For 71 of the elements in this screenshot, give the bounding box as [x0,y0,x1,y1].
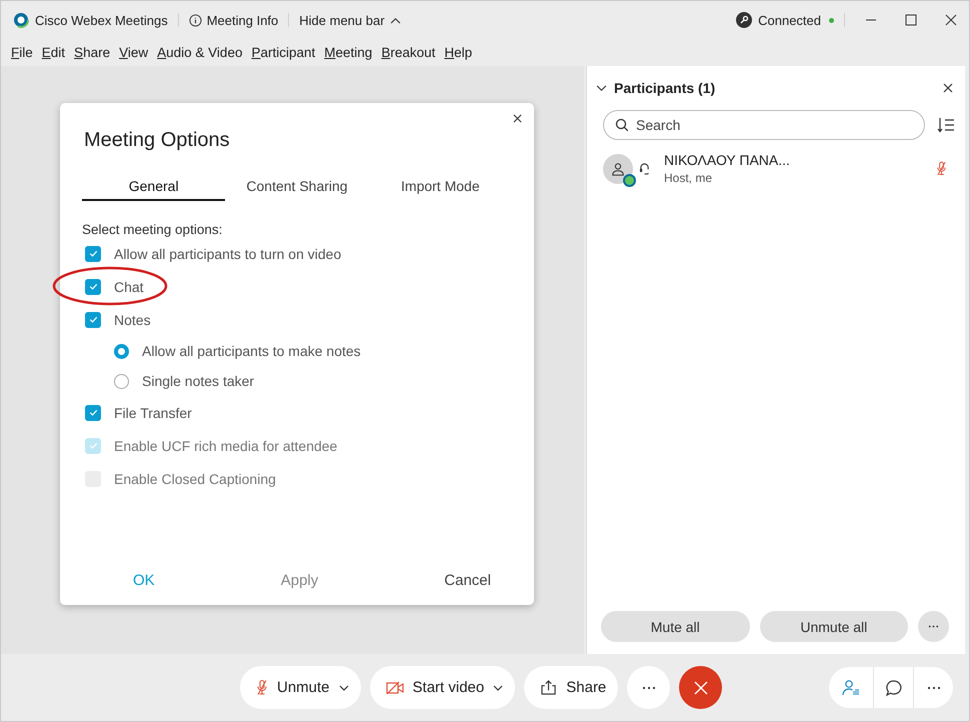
close-icon [945,14,957,26]
app-title: Cisco Webex Meetings [35,12,168,28]
checkmark-icon [88,314,98,325]
headset-icon [639,162,650,175]
panel-title: Participants (1) [614,80,716,96]
caret-icon[interactable] [493,684,504,690]
connection-status: Connected [758,12,821,28]
participant-name: ΝΙΚΟΛΑΟΥ ΠΑΝΑ... [664,152,790,168]
chat-bubble-icon [884,678,902,696]
panel-action-button[interactable]: Unmute all [760,611,908,642]
menu-item[interactable]: Breakout [381,45,436,60]
checkbox[interactable] [85,404,101,420]
dialog-title: Meeting Options [84,129,231,152]
tab[interactable]: Import Mode [368,178,512,201]
avatar [603,154,633,184]
radio-button[interactable] [114,374,129,388]
option-label: Enable UCF rich media for attendee [114,438,338,454]
menu-item[interactable]: Share [74,45,110,60]
close-icon [943,83,953,93]
checkbox[interactable] [85,278,101,294]
menu-item[interactable]: File [11,45,33,60]
option-label: File Transfer [114,404,192,420]
options-heading: Select meeting options: [82,222,224,237]
close-icon [694,680,708,694]
more-icon [642,686,656,690]
menu-item[interactable]: Edit [42,45,66,60]
menu-item[interactable]: Meeting [324,45,372,60]
checkmark-icon [88,281,98,292]
more-icon [928,625,940,628]
chevron-down-icon[interactable] [596,84,607,92]
tab[interactable]: Content Sharing [225,178,369,201]
option-label: Single notes taker [142,373,254,389]
option-label: Allow all participants to make notes [142,343,361,359]
unmute-button[interactable]: Unmute [240,666,361,709]
checkmark-icon [88,407,98,418]
tab[interactable]: General [82,178,226,201]
option-label: Enable Closed Captioning [114,470,276,486]
menu-item[interactable]: Audio & Video [157,45,242,60]
meeting-info-button[interactable]: Meeting Info [188,12,278,28]
menu-item[interactable]: Help [444,45,472,60]
checkmark-icon [88,440,98,451]
chevron-up-icon [390,16,401,24]
hide-menu-bar-button[interactable]: Hide menu bar [299,12,401,28]
caret-icon[interactable] [338,684,349,690]
webex-logo-icon [13,12,29,28]
menu-item[interactable]: Participant [251,45,316,60]
panel-action-button[interactable]: Mute all [601,611,750,642]
radio-button[interactable] [114,344,129,358]
close-icon [512,114,522,122]
share-icon [540,680,558,695]
option-label: Notes [114,312,151,328]
option-label: Allow all participants to turn on video [114,246,342,262]
dialog-button[interactable]: Cancel [438,568,497,593]
more-icon [926,686,940,690]
checkbox[interactable] [85,312,101,328]
leave-meeting-button[interactable] [679,666,722,709]
search-field[interactable]: Search [603,110,925,140]
close-button[interactable] [943,83,953,93]
person-list-icon [842,678,860,696]
option-label: Chat [114,278,144,294]
share-button[interactable]: Share [524,666,618,709]
info-icon [188,14,202,26]
checkmark-icon [88,248,98,259]
search-icon [615,118,629,132]
start-video-button[interactable]: Start video [370,666,516,709]
sort-icon[interactable] [937,117,955,133]
participant-role: Host, me [664,171,714,185]
key-icon [736,12,752,28]
maximize-icon [905,14,917,26]
menu-item[interactable]: View [119,45,148,60]
checkbox[interactable] [85,246,101,262]
